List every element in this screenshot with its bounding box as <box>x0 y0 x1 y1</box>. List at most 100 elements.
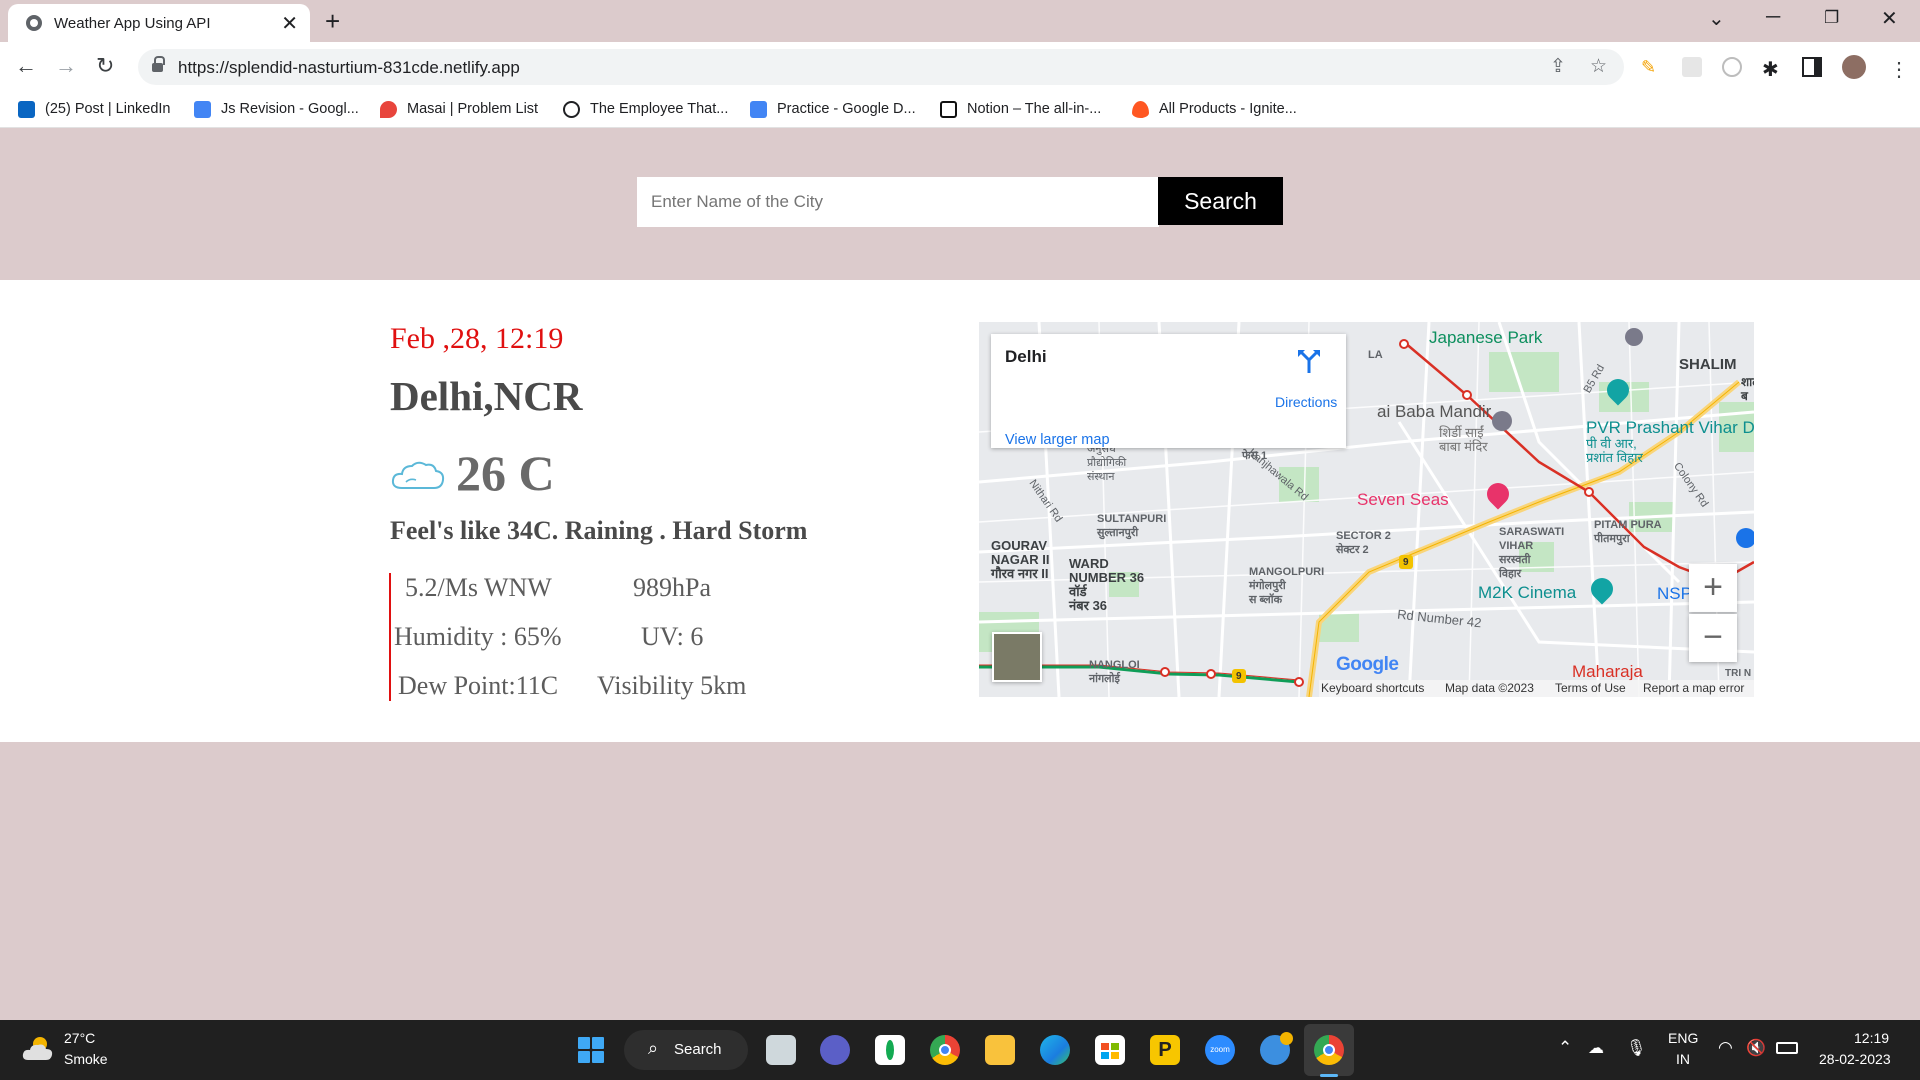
reload-icon[interactable]: ↻ <box>96 53 114 79</box>
edge-icon[interactable] <box>1040 1035 1070 1065</box>
weather-datetime: Feb ,28, 12:19 <box>390 322 564 355</box>
directions-link[interactable]: Directions <box>1275 394 1337 410</box>
region-indicator[interactable]: IN <box>1676 1051 1690 1067</box>
map-place-name: Delhi <box>1005 347 1047 366</box>
menu-dots-icon[interactable]: ⋮ <box>1889 57 1909 81</box>
satellite-toggle-thumbnail[interactable] <box>992 632 1042 682</box>
microsoft-store-icon[interactable] <box>1095 1035 1125 1065</box>
metro-marker-icon[interactable] <box>1736 528 1754 548</box>
weather-widget-icon[interactable] <box>22 1034 54 1064</box>
notion-icon <box>940 100 957 118</box>
map-info-card: Delhi Directions View larger map <box>991 334 1346 448</box>
chrome-icon[interactable] <box>930 1035 960 1065</box>
pen-extension-icon[interactable]: ✎ <box>1641 57 1661 77</box>
back-arrow-icon[interactable]: ← <box>15 53 37 79</box>
wifi-icon[interactable]: ◠ <box>1718 1038 1733 1058</box>
taskbar-weather-condition[interactable]: Smoke <box>64 1051 108 1067</box>
uv-value: UV: 6 <box>641 622 704 651</box>
map-data-text: Map data ©2023 <box>1445 681 1534 695</box>
zoom-in-button[interactable]: + <box>1689 564 1737 612</box>
map-label-nsp[interactable]: NSP <box>1657 584 1692 604</box>
map-label-phase-1: फेस 1 <box>1242 450 1268 462</box>
view-larger-map-link[interactable]: View larger map <box>1005 432 1110 448</box>
map-road-9-shield-2: 9 <box>1236 671 1242 682</box>
map-label-japanese-park[interactable]: Japanese Park <box>1429 328 1542 348</box>
extension-icon[interactable] <box>1682 57 1702 77</box>
file-explorer-icon[interactable] <box>985 1035 1015 1065</box>
city-name: Delhi,NCR <box>390 373 583 419</box>
lock-icon[interactable] <box>152 56 165 73</box>
window-close-icon[interactable]: ✕ <box>1881 6 1898 31</box>
share-icon[interactable]: ⇪ <box>1550 55 1566 78</box>
report-map-error-link[interactable]: Report a map error <box>1643 681 1744 695</box>
bookmark-masai[interactable]: Masai | Problem List <box>380 99 538 119</box>
clock-date[interactable]: 28-02-2023 <box>1819 1051 1891 1067</box>
map-label-m2k-cinema[interactable]: M2K Cinema <box>1478 583 1576 603</box>
profile-avatar[interactable] <box>1842 55 1866 79</box>
map-label-sai-baba[interactable]: ai Baba Mandir <box>1377 403 1491 420</box>
restore-icon[interactable]: ❐ <box>1824 8 1839 28</box>
teams-chat-icon[interactable] <box>820 1035 850 1065</box>
bookmark-label: The Employee That... <box>590 101 729 117</box>
map-label-seven-seas[interactable]: Seven Seas <box>1357 490 1449 510</box>
bookmark-star-icon[interactable]: ☆ <box>1590 55 1607 78</box>
bookmark-js-revision[interactable]: Js Revision - Googl... <box>194 99 359 119</box>
browser-toolbar: ← → ↻ https://splendid-nasturtium-831cde… <box>0 42 1920 90</box>
school-marker-icon[interactable] <box>1625 328 1643 346</box>
map-label-maharaja[interactable]: Maharaja <box>1572 662 1643 682</box>
pdf-reader-icon[interactable]: P <box>1150 1035 1180 1065</box>
bookmark-employee[interactable]: The Employee That... <box>563 99 728 119</box>
embedded-map[interactable]: Japanese Park SHALIM ai Baba Mandir शिर्… <box>979 322 1754 697</box>
feels-like-description: Feel's like 34C. Raining . Hard Storm <box>390 516 808 545</box>
map-label-pitampura: PITAM PURA पीतमपुरा <box>1594 519 1662 545</box>
map-label-pvr[interactable]: PVR Prashant Vihar D <box>1586 418 1754 438</box>
extension-circle-icon[interactable] <box>1722 57 1742 77</box>
map-label-pvr-hindi: पी वी आर, प्रशांत विहार <box>1586 436 1643 465</box>
forward-arrow-icon[interactable]: → <box>55 53 77 79</box>
bookmark-ignite[interactable]: All Products - Ignite... <box>1132 99 1297 119</box>
browser-tab-active[interactable]: Weather App Using API ✕ <box>8 4 310 42</box>
microphone-icon[interactable]: 🎙 <box>1626 1038 1646 1058</box>
zoom-out-button[interactable]: − <box>1689 614 1737 662</box>
minimize-icon[interactable]: ─ <box>1766 6 1780 29</box>
close-tab-icon[interactable]: ✕ <box>281 11 298 36</box>
clock-time[interactable]: 12:19 <box>1854 1030 1889 1046</box>
search-button[interactable]: Search <box>1158 177 1283 225</box>
side-panel-icon[interactable] <box>1802 57 1822 77</box>
speaker-muted-icon[interactable]: 🔇 <box>1746 1038 1766 1058</box>
taskbar-weather-temp[interactable]: 27°C <box>64 1030 95 1046</box>
language-indicator[interactable]: ENG <box>1668 1030 1698 1046</box>
map-label-tri-n: TRI N <box>1725 668 1752 679</box>
show-hidden-icons-chevron-icon[interactable]: ⌃ <box>1558 1038 1572 1058</box>
mongodb-compass-icon[interactable] <box>875 1035 905 1065</box>
onedrive-cloud-icon[interactable]: ☁ <box>1588 1038 1604 1058</box>
directions-icon[interactable] <box>1296 348 1322 374</box>
new-tab-icon[interactable]: + <box>325 6 340 37</box>
map-label-sultanpuri: SULTANPURI सुल्तानपुरी <box>1097 513 1167 539</box>
windows-start-icon[interactable] <box>576 1035 606 1065</box>
url-text[interactable]: https://splendid-nasturtium-831cde.netli… <box>178 58 520 78</box>
chrome-active-icon[interactable] <box>1314 1035 1344 1065</box>
bookmark-practice[interactable]: Practice - Google D... <box>750 99 916 119</box>
google-docs-icon <box>750 100 767 118</box>
puzzle-icon[interactable]: ✱ <box>1762 57 1782 81</box>
temple-marker-icon[interactable] <box>1492 411 1512 431</box>
terms-of-use-link[interactable]: Terms of Use <box>1555 681 1626 695</box>
bookmark-notion[interactable]: Notion – The all-in-... <box>940 99 1101 119</box>
map-label-shalimar[interactable]: SHALIM <box>1679 357 1737 372</box>
keyboard-shortcuts-link[interactable]: Keyboard shortcuts <box>1321 681 1424 695</box>
linkedin-icon <box>18 100 35 118</box>
map-label-institute: अनुसंध प्रौद्योगिकी संस्थान <box>1087 443 1127 483</box>
fire-icon <box>1132 100 1149 118</box>
bookmark-linkedin[interactable]: (25) Post | LinkedIn <box>18 99 170 119</box>
bookmark-label: Practice - Google D... <box>777 101 916 117</box>
city-search-input[interactable] <box>637 177 1159 227</box>
map-label-shalimar-hindi: शाल ब <box>1741 375 1754 403</box>
address-bar[interactable]: https://splendid-nasturtium-831cde.netli… <box>138 49 1624 85</box>
help-icon[interactable] <box>1260 1032 1293 1065</box>
task-view-icon[interactable] <box>766 1035 796 1065</box>
taskbar-search-box[interactable]: ⌕ Search <box>624 1030 748 1070</box>
battery-icon[interactable] <box>1776 1042 1798 1054</box>
chevron-down-icon[interactable]: ⌄ <box>1708 6 1725 31</box>
zoom-app-icon[interactable]: zoom <box>1205 1035 1235 1065</box>
